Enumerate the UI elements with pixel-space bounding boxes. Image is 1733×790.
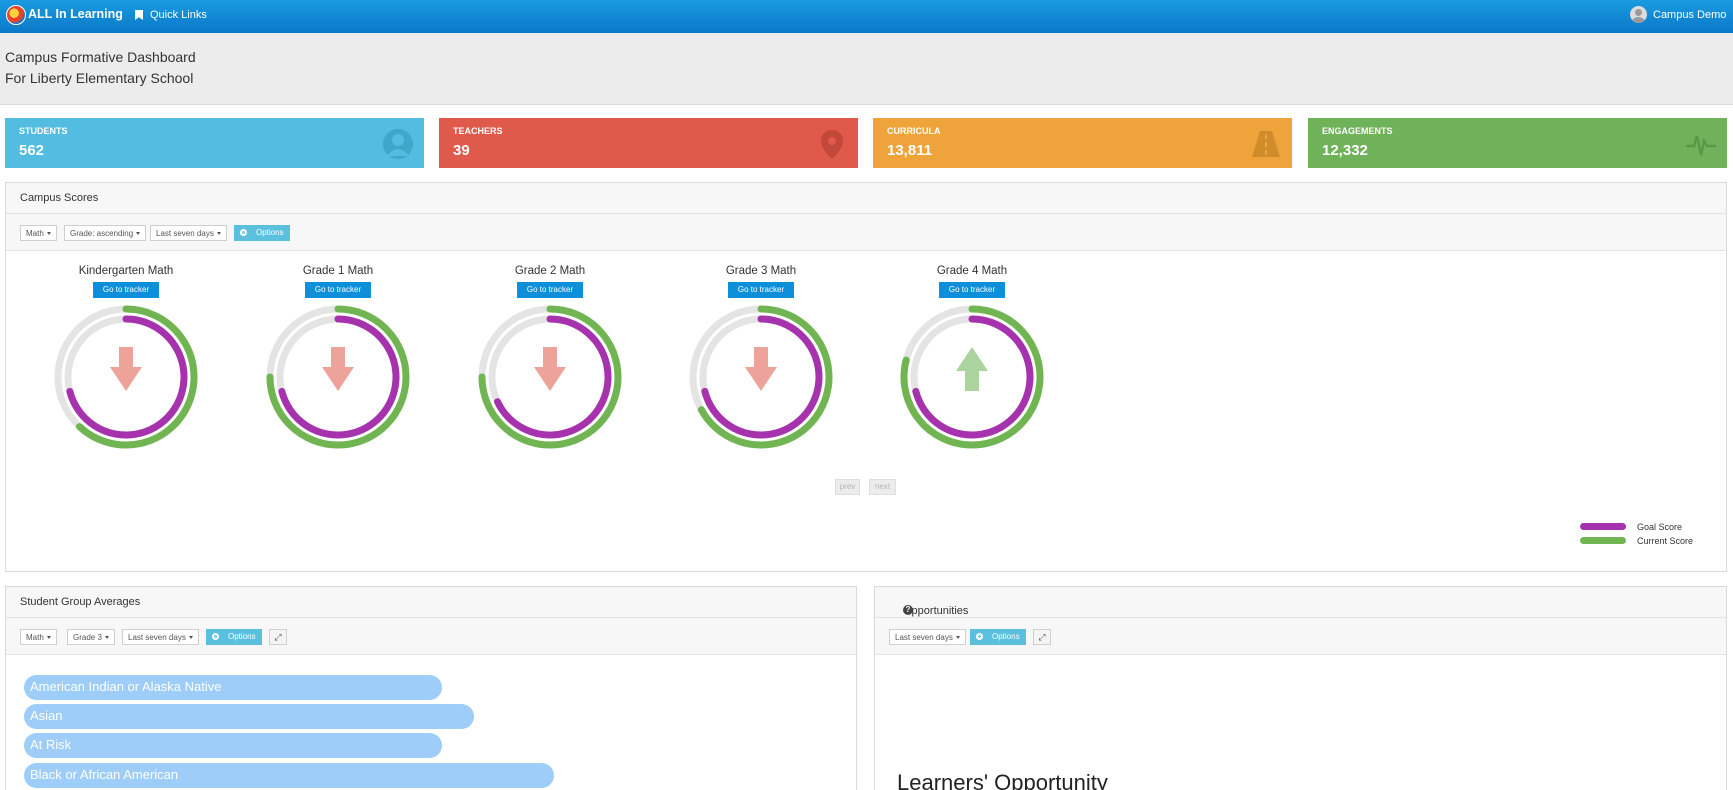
options-button[interactable]: Options (206, 629, 262, 645)
gauge-chart (478, 305, 622, 449)
panel-header: Opportunities to Respond ? (875, 587, 1726, 629)
caret-down-icon (955, 636, 960, 640)
top-navbar: ALL In Learning Quick Links Campus Demo (0, 0, 1733, 33)
dropdown-value: Last seven days (128, 633, 186, 642)
legend-goal-swatch (1580, 523, 1626, 530)
user-avatar[interactable] (1630, 6, 1647, 23)
gauge-title: Grade 4 Math (936, 265, 1008, 277)
score-gauge: Grade 4 Math Go to tracker (882, 265, 1062, 465)
legend-goal-label: Goal Score (1637, 522, 1683, 532)
panel-toolbar: Last seven days Options ⤢ (875, 618, 1726, 655)
dropdown-value: Grade 3 (73, 633, 102, 642)
stat-value: 39 (453, 142, 470, 159)
caret-down-icon (46, 232, 51, 236)
group-bar[interactable]: Asian (24, 704, 474, 729)
dropdown-value: Grade: ascending (70, 229, 134, 238)
date-range-dropdown[interactable]: Last seven days (122, 629, 199, 645)
group-bar[interactable]: At Risk (24, 733, 442, 758)
quick-links-link[interactable]: Quick Links (150, 9, 207, 21)
gauge-title: Kindergarten Math (78, 265, 174, 277)
gauge-chart (900, 305, 1044, 449)
panel-title: Campus Scores (20, 192, 99, 204)
stat-tile-teachers: TEACHERS 39 (439, 118, 858, 168)
trend-down-arrow-icon (745, 347, 777, 391)
score-gauge: Grade 1 Math Go to tracker (248, 265, 428, 465)
options-label: Options (256, 228, 284, 237)
gauge-chart (689, 305, 833, 449)
dropdown-value: Last seven days (895, 633, 953, 642)
stat-tile-engagements: ENGAGEMENTS 12,332 (1308, 118, 1727, 168)
map-marker-icon (821, 130, 843, 159)
options-button[interactable]: Options (970, 629, 1026, 645)
caret-down-icon (216, 232, 221, 236)
expand-icon[interactable]: ⤢ (1033, 629, 1051, 645)
dropdown-value: Last seven days (156, 229, 214, 238)
legend-current-label: Current Score (1637, 536, 1694, 546)
stat-tile-students: STUDENTS 562 (5, 118, 424, 168)
options-label: Options (228, 632, 256, 641)
subject-dropdown[interactable]: Math (20, 629, 57, 645)
date-range-dropdown[interactable]: Last seven days (150, 225, 227, 241)
caret-down-icon (136, 232, 141, 236)
stat-tile-curricula: CURRICULA 13,811 (873, 118, 1292, 168)
panel-toolbar: Math Grade 3 Last seven days Options ⤢ (6, 618, 856, 655)
app-logo-icon[interactable] (6, 5, 26, 25)
legend-current-swatch (1580, 537, 1626, 544)
options-label: Options (992, 632, 1020, 641)
expand-icon[interactable]: ⤢ (269, 629, 287, 645)
group-bar[interactable]: American Indian or Alaska Native (24, 675, 442, 700)
pulse-icon (1686, 135, 1716, 156)
help-icon[interactable]: ? (903, 605, 913, 615)
stat-label: TEACHERS (453, 126, 503, 136)
stat-value: 13,811 (887, 142, 933, 159)
trend-down-arrow-icon (110, 347, 142, 391)
grade-dropdown[interactable]: Grade 3 (67, 629, 115, 645)
date-range-dropdown[interactable]: Last seven days (889, 629, 966, 645)
brand-link[interactable]: ALL In Learning (28, 7, 123, 21)
panel-title: Student Group Averages (20, 596, 141, 608)
gauge-title: Grade 3 Math (725, 265, 797, 277)
stat-label: STUDENTS (19, 126, 68, 136)
trend-up-arrow-icon (956, 347, 988, 391)
dropdown-value: Math (26, 229, 44, 238)
gauge-chart (266, 305, 410, 449)
options-button[interactable]: Options (234, 225, 290, 241)
page-subtitle: For Liberty Elementary School (5, 70, 194, 86)
group-bar[interactable]: Black or African American (24, 763, 554, 788)
stat-label: CURRICULA (887, 126, 941, 136)
caret-down-icon (46, 636, 51, 640)
opportunity-chart-title: Learners' Opportunity (897, 770, 1108, 790)
stat-value: 562 (19, 142, 45, 159)
gauge-title: Grade 2 Math (514, 265, 586, 277)
panel-header: Student Group Averages (6, 587, 856, 618)
trend-down-arrow-icon (534, 347, 566, 391)
gauge-chart (54, 305, 198, 449)
panel-header: Campus Scores (6, 183, 1726, 214)
opportunities-panel: Opportunities to Respond ? Last seven da… (874, 586, 1727, 790)
user-menu[interactable]: Campus Demo (1653, 9, 1726, 21)
page-header: Campus Formative Dashboard For Liberty E… (0, 33, 1733, 105)
trend-down-arrow-icon (322, 347, 354, 391)
gear-icon (240, 229, 247, 236)
sort-dropdown[interactable]: Grade: ascending (64, 225, 147, 241)
bookmark-icon (135, 10, 143, 20)
subject-dropdown[interactable]: Math (20, 225, 57, 241)
score-gauge: Grade 2 Math Go to tracker (460, 265, 640, 465)
caret-down-icon (104, 636, 109, 640)
stat-value: 12,332 (1322, 142, 1368, 159)
gauge-title: Grade 1 Math (302, 265, 374, 277)
dropdown-value: Math (26, 633, 44, 642)
user-icon (383, 129, 413, 159)
road-icon (1252, 131, 1280, 157)
gear-icon (212, 633, 219, 640)
caret-down-icon (188, 636, 193, 640)
score-gauge: Grade 3 Math Go to tracker (671, 265, 851, 465)
page-title: Campus Formative Dashboard (5, 49, 196, 65)
stat-label: ENGAGEMENTS (1322, 126, 1393, 136)
score-gauge: Kindergarten Math Go to tracker (36, 265, 216, 465)
next-button[interactable]: next (869, 479, 896, 495)
prev-button[interactable]: prev (835, 479, 860, 495)
gear-icon (976, 633, 983, 640)
panel-toolbar: Math Grade: ascending Last seven days Op… (6, 214, 1726, 251)
